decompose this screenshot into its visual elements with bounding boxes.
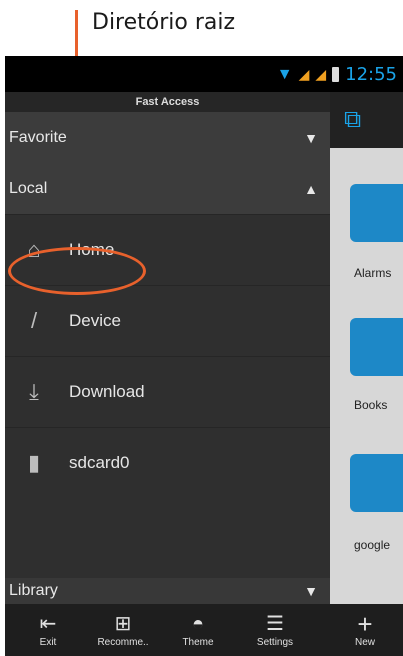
chevron-down-icon: ▼	[304, 583, 318, 599]
drawer-item-sdcard0-label: sdcard0	[69, 453, 130, 472]
drawer-item-device[interactable]: / Device	[5, 285, 330, 356]
folder-icon[interactable]	[350, 184, 403, 242]
download-icon: ⤓	[29, 379, 39, 404]
battery-icon	[332, 67, 340, 82]
window-switch-icon[interactable]: ⧉	[344, 106, 361, 134]
bottom-toolbar: ⇤ Exit ⊞ Recomme.. ◓ Theme ☰ Settings + …	[5, 604, 403, 656]
new-button-label: New	[354, 636, 375, 648]
folder-icon[interactable]	[350, 318, 403, 376]
status-bar: ▼ ◢ ◢ 12:55	[5, 56, 403, 92]
exit-button-label: Exit	[39, 636, 57, 648]
gift-icon: ⊞	[114, 612, 132, 635]
settings-button[interactable]: ☰ Settings	[245, 604, 305, 656]
folder-alarms-label: Alarms	[354, 266, 392, 280]
theme-button-label: Theme	[182, 636, 214, 648]
chevron-down-icon: ▼	[304, 130, 318, 146]
drawer-item-device-label: Device	[69, 311, 121, 330]
drawer-item-sdcard0[interactable]: ▮ sdcard0	[5, 427, 330, 498]
fast-access-header: Fast Access	[5, 92, 330, 112]
folder-icon[interactable]	[350, 454, 403, 512]
section-local[interactable]: Local ▲	[5, 164, 330, 214]
theme-icon: ◓	[191, 612, 205, 635]
file-area: ⧉ Alarms Books google	[330, 92, 403, 656]
section-library[interactable]: Library ▼	[5, 578, 330, 604]
signal-icon: ◢	[298, 66, 310, 82]
exit-button[interactable]: ⇤ Exit	[23, 604, 73, 656]
section-favorite[interactable]: Favorite ▼	[5, 112, 330, 164]
wifi-icon: ▼	[276, 65, 293, 83]
slash-icon: /	[30, 308, 38, 333]
new-button[interactable]: + New	[340, 604, 390, 656]
recommend-button[interactable]: ⊞ Recomme..	[83, 604, 163, 656]
sdcard-icon: ▮	[27, 450, 41, 475]
section-local-label: Local	[9, 180, 48, 197]
exit-icon: ⇤	[39, 612, 57, 635]
settings-icon: ☰	[266, 612, 284, 635]
drawer-item-download-label: Download	[69, 382, 145, 401]
file-area-toolbar: ⧉	[330, 92, 403, 148]
settings-button-label: Settings	[256, 636, 294, 648]
chevron-up-icon: ▲	[304, 181, 318, 197]
plus-icon: +	[357, 608, 373, 639]
section-favorite-label: Favorite	[9, 129, 67, 146]
drawer-item-download[interactable]: ⤓ Download	[5, 356, 330, 427]
signal-icon-2: ◢	[315, 66, 327, 82]
theme-button[interactable]: ◓ Theme	[173, 604, 223, 656]
annotation-label: Diretório raiz	[92, 10, 236, 35]
folder-google-label: google	[354, 538, 391, 552]
section-library-label: Library	[9, 582, 58, 599]
phone-screen: ▼ ◢ ◢ 12:55 Fast Access Favorite ▼ Local…	[5, 56, 403, 656]
navigation-drawer: Fast Access Favorite ▼ Local ▲ ⌂ Home / …	[5, 92, 330, 656]
folder-books-label: Books	[354, 398, 388, 412]
annotation-highlight-ellipse	[8, 247, 146, 295]
recommend-button-label: Recomme..	[97, 636, 149, 648]
status-time: 12:55	[345, 64, 397, 85]
